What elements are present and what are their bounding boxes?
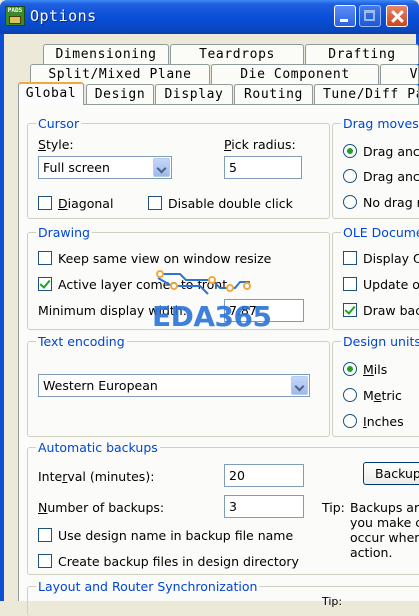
cursor-style-value: Full screen xyxy=(43,160,110,175)
tab-routing[interactable]: Routing xyxy=(234,84,313,104)
design-units-group: Design units Mils Metric Inches xyxy=(332,334,419,437)
number-of-backups-label: Number of backups: xyxy=(38,500,165,515)
ole-document-group: OLE Docume Display O Update o Draw bac xyxy=(332,225,419,330)
units-inches-label: Inches xyxy=(363,414,404,429)
drag-option-2-label: Drag anc xyxy=(363,169,419,184)
ole-display-checkbox[interactable] xyxy=(343,251,357,265)
text-encoding-group: Text encoding Western European xyxy=(27,334,330,437)
ole-display-label: Display O xyxy=(363,251,419,266)
text-encoding-group-label: Text encoding xyxy=(36,334,127,349)
ole-draw-background-checkbox[interactable] xyxy=(343,303,357,317)
units-metric-radio[interactable] xyxy=(343,388,357,402)
backup-interval-input[interactable]: 20 xyxy=(224,464,304,487)
maximize-button[interactable] xyxy=(359,5,381,27)
automatic-backups-group: Automatic backups Interval (minutes): 20… xyxy=(27,440,419,575)
disable-double-click-checkbox[interactable] xyxy=(148,196,162,210)
chevron-down-icon[interactable] xyxy=(291,376,308,395)
diagonal-checkbox[interactable] xyxy=(38,196,52,210)
backup-tip-line-2: you make c xyxy=(350,515,419,530)
drag-moves-group: Drag moves Drag anc Drag anc No drag r xyxy=(332,116,419,219)
ole-update-checkbox[interactable] xyxy=(343,277,357,291)
units-inches-radio[interactable] xyxy=(343,414,357,428)
drag-option-2-radio[interactable] xyxy=(343,169,357,183)
drag-option-3-radio[interactable] xyxy=(343,195,357,209)
tab-tune-diff-pairs[interactable]: Tune/Diff Pa xyxy=(314,84,419,104)
pick-radius-label: Pick radius: xyxy=(224,137,296,152)
backup-tip-line-1: Backups ar xyxy=(350,500,419,515)
create-backup-dir-checkbox[interactable] xyxy=(38,554,52,568)
global-tab-panel: Cursor Style: Full screen Pick radius: 5… xyxy=(18,104,419,616)
backup-tip-line-3: occur when xyxy=(350,530,419,545)
chevron-down-icon[interactable] xyxy=(153,158,170,177)
tab-global[interactable]: Global xyxy=(18,82,84,105)
cursor-group: Cursor Style: Full screen Pick radius: 5… xyxy=(27,116,330,219)
sync-tip-label: Tip: xyxy=(322,595,343,608)
drag-moves-group-label: Drag moves xyxy=(341,116,419,131)
window-frame-left xyxy=(0,34,4,601)
drag-option-1-radio[interactable] xyxy=(343,144,357,158)
disable-double-click-label: Disable double click xyxy=(168,196,293,211)
use-design-name-checkbox[interactable] xyxy=(38,528,52,542)
create-backup-dir-label: Create backup files in design directory xyxy=(58,554,299,569)
close-button[interactable] xyxy=(386,5,408,27)
active-layer-checkbox[interactable] xyxy=(38,277,52,291)
layout-router-sync-group-label: Layout and Router Synchronization xyxy=(36,579,260,594)
units-mils-radio[interactable] xyxy=(343,362,357,376)
backup-button[interactable]: Backup xyxy=(363,462,419,485)
design-units-group-label: Design units xyxy=(341,334,419,349)
tab-display[interactable]: Display xyxy=(155,84,233,104)
number-of-backups-input[interactable]: 3 xyxy=(224,495,304,518)
units-metric-label: Metric xyxy=(363,388,402,403)
text-encoding-value: Western European xyxy=(43,378,158,393)
backup-tip-label: Tip: xyxy=(322,500,345,515)
cursor-style-select[interactable]: Full screen xyxy=(38,156,172,179)
use-design-name-label: Use design name in backup file name xyxy=(58,528,294,543)
drag-option-1-label: Drag anc xyxy=(363,144,419,159)
ole-group-label: OLE Docume xyxy=(341,225,419,240)
title-bar: PADS Options xyxy=(0,0,419,34)
automatic-backups-group-label: Automatic backups xyxy=(36,440,160,455)
pick-radius-input[interactable]: 5 xyxy=(224,156,302,179)
tab-design[interactable]: Design xyxy=(86,84,154,104)
tab-split-mixed-plane[interactable]: Split/Mixed Plane xyxy=(30,64,210,84)
app-icon-text: PADS xyxy=(7,7,23,14)
pads-app-icon: PADS xyxy=(5,6,25,26)
tab-v-partial[interactable]: V xyxy=(380,64,419,84)
layout-router-sync-group: Layout and Router Synchronization Tip: xyxy=(27,579,419,616)
tab-die-component[interactable]: Die Component xyxy=(211,64,379,84)
eda365-watermark: EDA365 xyxy=(152,300,272,333)
drag-option-3-label: No drag r xyxy=(363,195,419,210)
tab-drafting[interactable]: Drafting xyxy=(305,44,419,64)
tab-dimensioning[interactable]: Dimensioning xyxy=(43,44,169,64)
keep-same-view-label: Keep same view on window resize xyxy=(58,251,272,266)
drawing-group-label: Drawing xyxy=(36,225,92,240)
keep-same-view-checkbox[interactable] xyxy=(38,251,52,265)
style-label: Style: xyxy=(38,137,74,152)
chip-graphic xyxy=(9,16,21,24)
ole-draw-background-label: Draw bac xyxy=(363,303,419,318)
tab-teardrops[interactable]: Teardrops xyxy=(170,44,304,64)
circuit-trace-graphic xyxy=(156,270,251,295)
minimize-button[interactable] xyxy=(334,5,356,27)
cursor-group-label: Cursor xyxy=(36,116,82,131)
ole-update-label: Update o xyxy=(363,277,419,292)
diagonal-label: Diagonal xyxy=(58,196,114,211)
backup-tip-line-4: action. xyxy=(350,545,393,560)
text-encoding-select[interactable]: Western European xyxy=(38,374,310,397)
backup-interval-label: Interval (minutes): xyxy=(38,469,155,484)
window-title: Options xyxy=(30,7,97,25)
units-mils-label: Mils xyxy=(363,362,388,377)
